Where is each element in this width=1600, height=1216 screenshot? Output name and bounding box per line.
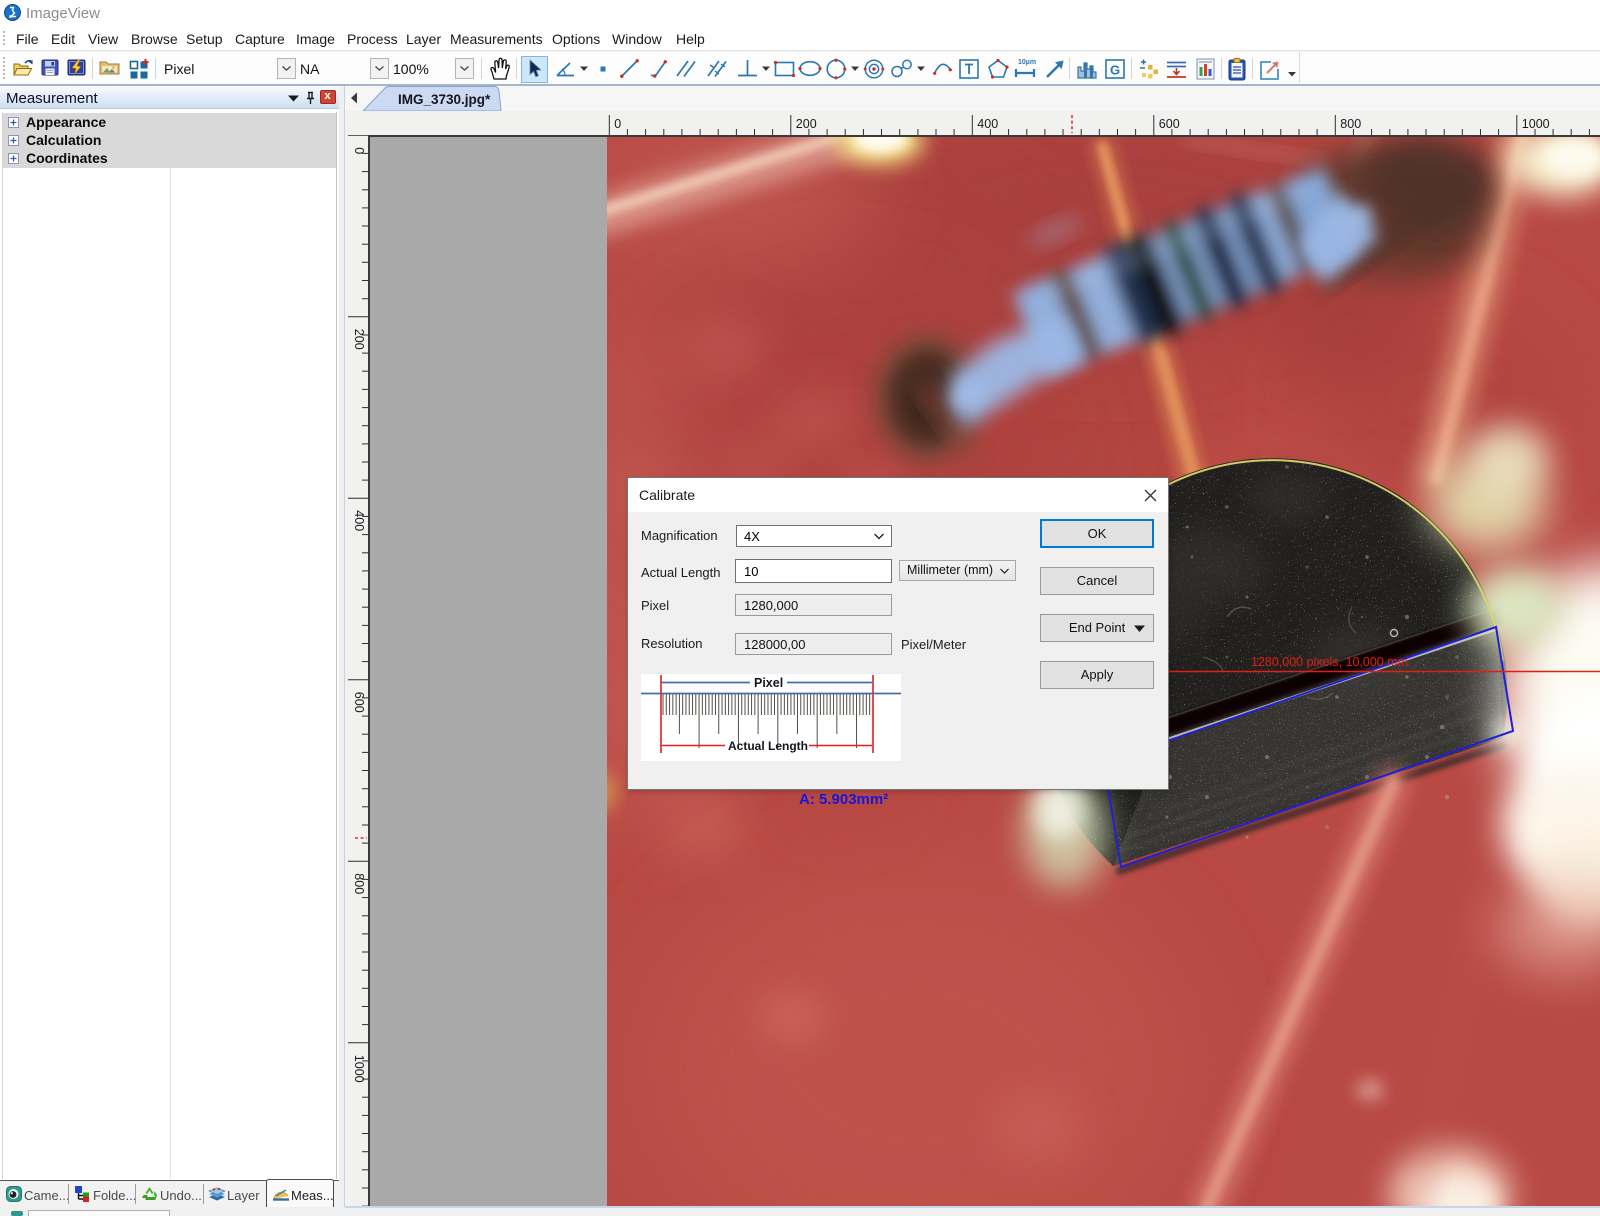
svg-text:A: 5.903mm²: A: 5.903mm² [799, 791, 888, 808]
svg-text:600: 600 [352, 692, 366, 713]
svg-text:0: 0 [614, 117, 621, 131]
svg-text:200: 200 [352, 329, 366, 350]
svg-text:600: 600 [1159, 117, 1180, 131]
svg-text:Actual Length: Actual Length [728, 739, 808, 753]
svg-text:400: 400 [977, 117, 998, 131]
svg-text:800: 800 [352, 873, 366, 894]
svg-text:G: G [1110, 63, 1120, 78]
svg-text:1000: 1000 [1522, 117, 1550, 131]
svg-text:800: 800 [1340, 117, 1361, 131]
svg-text:10µm: 10µm [1018, 59, 1036, 66]
svg-text:400: 400 [352, 510, 366, 531]
svg-text:Pixel: Pixel [754, 676, 783, 690]
svg-text:1280,000 pixels, 10,000 mm: 1280,000 pixels, 10,000 mm [1251, 655, 1408, 669]
svg-text:1000: 1000 [352, 1055, 366, 1083]
svg-text:200: 200 [796, 117, 817, 131]
